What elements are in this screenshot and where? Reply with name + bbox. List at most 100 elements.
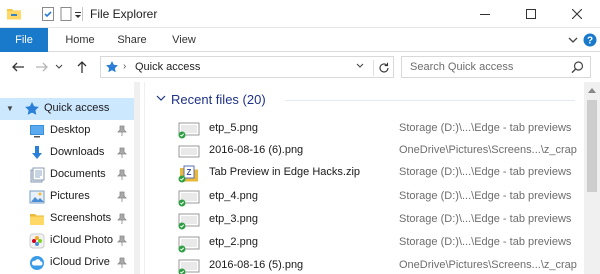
desktop-icon: [29, 123, 45, 139]
tab-home[interactable]: Home: [58, 28, 102, 52]
image-file-icon: [178, 258, 200, 274]
nav-label: Downloads: [50, 146, 105, 158]
image-file-icon: [178, 235, 200, 253]
nav-item-desktop[interactable]: Desktop: [0, 120, 140, 142]
address-row: › Quick access Search Quick access: [0, 52, 600, 82]
file-location: Storage (D:)\...\Edge - tab previews: [399, 213, 572, 225]
file-name: Tab Preview in Edge Hacks.zip: [209, 166, 361, 178]
chevron-down-icon: [55, 64, 63, 69]
pin-icon[interactable]: [117, 169, 127, 181]
window-title: File Explorer: [90, 7, 158, 21]
back-button[interactable]: [10, 59, 26, 75]
documents-icon: [29, 167, 45, 183]
pictures-icon: [29, 189, 45, 205]
nav-item-pictures[interactable]: Pictures: [0, 186, 140, 208]
maximize-button[interactable]: [508, 0, 554, 28]
pin-icon[interactable]: [117, 257, 127, 269]
help-icon[interactable]: ?: [583, 33, 597, 47]
minimize-button[interactable]: [462, 0, 508, 28]
file-location: Storage (D:)\...\Edge - tab previews: [399, 236, 572, 248]
pin-icon[interactable]: [117, 235, 127, 247]
title-separator: [82, 7, 83, 21]
nav-item-icloud-drive[interactable]: iCloud Drive: [0, 252, 140, 274]
pin-icon[interactable]: [117, 213, 127, 225]
new-folder-icon[interactable]: [58, 6, 74, 22]
file-name: etp_4.png: [209, 190, 258, 202]
content-pane: Recent files (20) etp_5.png Storage (D:)…: [145, 82, 600, 274]
nav-item-documents[interactable]: Documents: [0, 164, 140, 186]
forward-button[interactable]: [34, 59, 50, 75]
address-bar[interactable]: › Quick access: [100, 56, 394, 78]
expand-caret-icon[interactable]: ▼: [6, 104, 14, 113]
group-title: Recent files (20): [171, 92, 266, 107]
refresh-icon: [378, 62, 389, 73]
breadcrumb-chevron-icon[interactable]: ›: [123, 61, 126, 72]
image-file-icon: [178, 121, 200, 139]
file-row[interactable]: etp_2.png Storage (D:)\...\Edge - tab pr…: [145, 232, 585, 254]
download-icon: [29, 145, 45, 161]
star-icon: [24, 101, 40, 117]
tab-file[interactable]: File: [0, 28, 48, 52]
tab-share[interactable]: Share: [110, 28, 154, 52]
folder-icon[interactable]: [6, 6, 22, 22]
file-location: Storage (D:)\...\Edge - tab previews: [399, 190, 572, 202]
file-row[interactable]: 2016-08-16 (6).png OneDrive\Pictures\Scr…: [145, 140, 585, 162]
file-row[interactable]: etp_4.png Storage (D:)\...\Edge - tab pr…: [145, 186, 585, 208]
zip-file-icon: Z: [178, 165, 200, 183]
properties-icon[interactable]: [40, 6, 56, 22]
close-icon: [572, 9, 582, 19]
nav-label: Quick access: [44, 102, 110, 114]
pin-icon[interactable]: [117, 125, 127, 137]
svg-text:Z: Z: [187, 168, 192, 177]
nav-item-screenshots[interactable]: Screenshots: [0, 208, 140, 230]
recent-locations-button[interactable]: [54, 59, 64, 75]
group-divider: [285, 100, 575, 101]
file-location: Storage (D:)\...\Edge - tab previews: [399, 166, 572, 178]
nav-item-quick-access[interactable]: ▼ Quick access: [0, 98, 140, 120]
file-row[interactable]: etp_3.png Storage (D:)\...\Edge - tab pr…: [145, 209, 585, 231]
nav-pane-scrollbar[interactable]: [134, 82, 140, 274]
customize-toolbar-chevron-icon[interactable]: [74, 6, 82, 22]
file-name: etp_5.png: [209, 122, 258, 134]
file-row[interactable]: Z Tab Preview in Edge Hacks.zip Storage …: [145, 162, 585, 184]
tab-view[interactable]: View: [162, 28, 206, 52]
scrollbar-thumb[interactable]: [587, 100, 597, 192]
folder-icon: [29, 211, 45, 227]
nav-item-downloads[interactable]: Downloads: [0, 142, 140, 164]
icloud-photo-icon: [29, 233, 45, 249]
nav-label: Desktop: [50, 124, 91, 136]
file-row[interactable]: etp_5.png Storage (D:)\...\Edge - tab pr…: [145, 118, 585, 140]
address-dropdown-icon[interactable]: [355, 61, 365, 74]
pin-icon[interactable]: [117, 147, 127, 159]
nav-label: Screenshots: [50, 212, 112, 224]
image-file-icon: [178, 212, 200, 230]
nav-label: Documents: [50, 168, 106, 180]
file-location: OneDrive\Pictures\Screens...\z_crap: [399, 259, 577, 271]
scroll-up-button[interactable]: [584, 82, 600, 98]
file-row[interactable]: 2016-08-16 (5).png OneDrive\Pictures\Scr…: [145, 255, 585, 274]
file-location: Storage (D:)\...\Edge - tab previews: [399, 122, 572, 134]
recent-files-group-header[interactable]: Recent files (20): [155, 90, 580, 108]
minimize-icon: [480, 14, 490, 15]
pin-icon[interactable]: [117, 191, 127, 203]
collapse-chevron-icon[interactable]: [155, 92, 167, 107]
search-icon[interactable]: [571, 61, 584, 77]
svg-text:?: ?: [587, 36, 593, 47]
nav-item-icloud-photo[interactable]: iCloud Photo: [0, 230, 140, 252]
quick-access-star-icon: [105, 60, 119, 77]
forward-arrow-icon: [36, 62, 48, 72]
back-arrow-icon: [12, 62, 24, 72]
content-scrollbar[interactable]: [584, 82, 600, 274]
icloud-drive-icon: [29, 255, 45, 271]
up-arrow-icon: [77, 61, 87, 73]
maximize-icon: [526, 9, 536, 19]
refresh-button[interactable]: [373, 60, 393, 76]
nav-label: iCloud Drive: [50, 256, 110, 268]
breadcrumb-location[interactable]: Quick access: [135, 61, 200, 73]
file-name: etp_2.png: [209, 236, 258, 248]
expand-ribbon-icon[interactable]: [566, 33, 580, 47]
up-button[interactable]: [74, 59, 90, 75]
search-box[interactable]: Search Quick access: [401, 56, 591, 78]
nav-label: Pictures: [50, 190, 90, 202]
close-button[interactable]: [554, 0, 600, 28]
